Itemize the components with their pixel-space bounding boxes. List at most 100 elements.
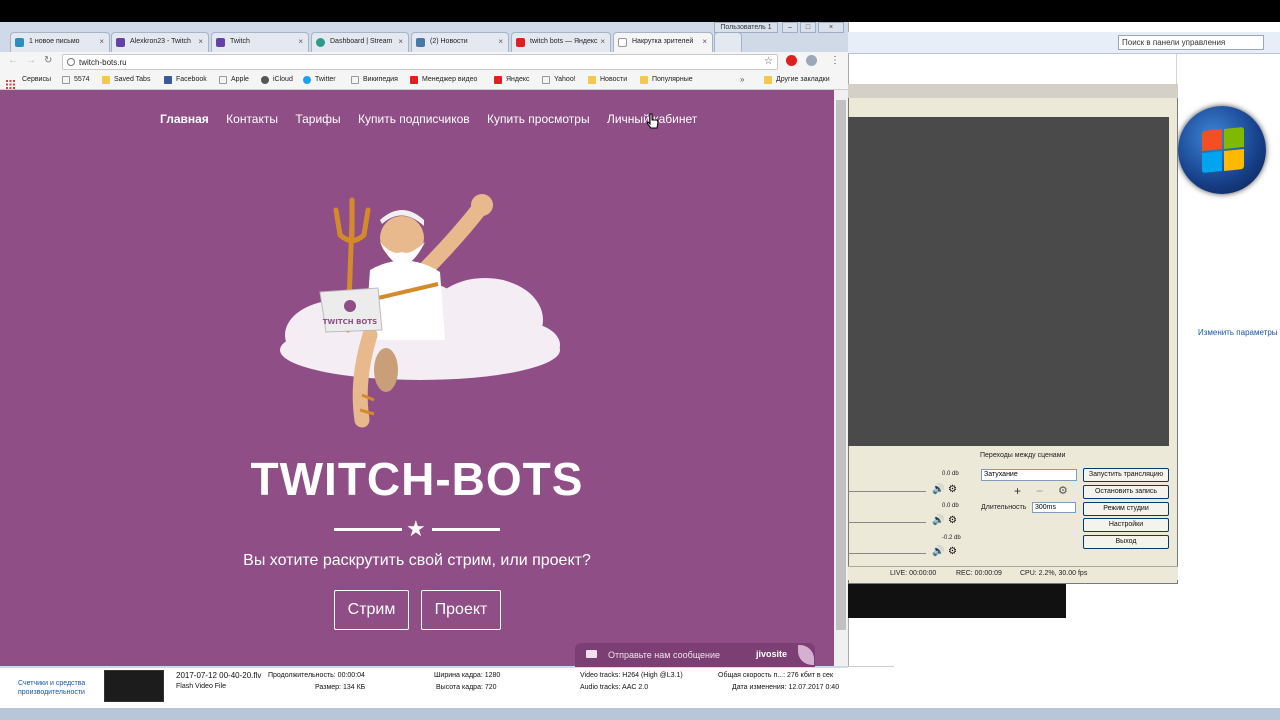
mixer-slider-1[interactable] (848, 491, 926, 492)
obs-duration-label: Длительность (981, 504, 1027, 511)
minimize-button[interactable]: – (782, 22, 798, 33)
back-icon[interactable]: ← (8, 55, 18, 66)
close-tab-icon[interactable]: × (702, 37, 707, 46)
chat-widget-text[interactable]: Отправьте нам сообщение (608, 650, 720, 660)
page-icon (618, 38, 627, 47)
menu-icon[interactable]: ⋮ (830, 55, 840, 66)
yandex-icon (516, 38, 525, 47)
tab-active-site[interactable]: Накрутка зрителей × (613, 32, 713, 52)
twitter-icon (303, 76, 311, 84)
bookmark-popular-folder[interactable]: Популярные (640, 76, 693, 84)
stop-recording-button[interactable]: Остановить запись (1083, 485, 1169, 499)
extension-icon[interactable] (786, 55, 797, 66)
obs-cpu-status: CPU: 2.2%, 30.00 fps (1020, 570, 1088, 577)
bookmark-icloud[interactable]: iCloud (261, 76, 293, 84)
nav-home[interactable]: Главная (160, 112, 209, 126)
file-duration: Продолжительность: 00:00:04 (268, 672, 365, 679)
project-button[interactable]: Проект (421, 590, 501, 630)
speaker-icon[interactable]: 🔊 (932, 546, 944, 557)
svg-text:TWITCH BOTS: TWITCH BOTS (323, 318, 377, 326)
performance-tools-link[interactable]: Счетчики и средства производительности (18, 679, 88, 697)
maximize-button[interactable]: □ (800, 22, 816, 33)
mixer-db-1: 0.0 db (942, 471, 959, 477)
obs-duration-input[interactable]: 300ms (1032, 502, 1076, 513)
change-settings-link[interactable]: Изменить параметры (1198, 328, 1278, 337)
speaker-icon[interactable]: 🔊 (932, 515, 944, 526)
speaker-icon[interactable]: 🔊 (932, 484, 944, 495)
mixer-slider-2[interactable] (848, 522, 926, 523)
close-tab-icon[interactable]: × (398, 37, 403, 46)
add-transition-icon[interactable]: + (1014, 484, 1021, 498)
control-panel-search-input[interactable]: Поиск в панели управления (1118, 35, 1264, 50)
close-tab-icon[interactable]: × (99, 37, 104, 46)
extension-icon[interactable] (806, 55, 817, 66)
bookmark-apple[interactable]: Apple (219, 76, 249, 84)
frame-width: Ширина кадра: 1280 (434, 672, 501, 679)
address-bar[interactable]: twitch-bots.ru ☆ (62, 54, 778, 70)
file-size: Размер: 134 КБ (315, 684, 366, 691)
nav-pricing[interactable]: Тарифы (295, 112, 340, 126)
exit-button[interactable]: Выход (1083, 535, 1169, 549)
close-tab-icon[interactable]: × (600, 37, 605, 46)
forward-icon[interactable]: → (26, 55, 36, 66)
reload-icon[interactable]: ↻ (44, 55, 52, 66)
studio-mode-button[interactable]: Режим студии (1083, 502, 1169, 516)
page-icon (219, 76, 227, 84)
remove-transition-icon[interactable]: − (1036, 484, 1043, 498)
bookmark-twitter[interactable]: Twitter (303, 76, 336, 84)
transition-gear-icon[interactable]: ⚙ (1058, 484, 1068, 497)
mouse-cursor-icon (646, 113, 659, 134)
nav-contacts[interactable]: Контакты (226, 112, 278, 126)
bookmark-yandex[interactable]: Яндекс (494, 76, 530, 84)
new-tab-button[interactable] (714, 32, 742, 52)
divider-line (334, 528, 402, 531)
close-tab-icon[interactable]: × (198, 37, 203, 46)
windows-logo-icon (1178, 106, 1266, 194)
bookmark-5574[interactable]: 5574 (62, 76, 90, 84)
nav-buy-views[interactable]: Купить просмотры (487, 112, 590, 126)
obs-transition-select[interactable]: Затухание (981, 469, 1077, 481)
mixer-gear-icon[interactable]: ⚙ (948, 546, 957, 557)
tab-yandex-search[interactable]: twitch bots — Яндекс × (511, 32, 611, 52)
vk-icon (416, 38, 425, 47)
info-icon[interactable] (67, 58, 75, 66)
dashboard-icon (316, 38, 325, 47)
other-bookmarks[interactable]: Другие закладки (764, 76, 830, 84)
close-tab-icon[interactable]: × (298, 37, 303, 46)
close-window-button[interactable]: × (818, 22, 844, 33)
folder-icon (102, 76, 110, 84)
bookmark-star-icon[interactable]: ☆ (764, 56, 773, 67)
mixer-gear-icon[interactable]: ⚙ (948, 484, 957, 495)
bookmark-saved-tabs[interactable]: Saved Tabs (102, 76, 150, 84)
tab-mail[interactable]: 1 новое письмо × (10, 32, 110, 52)
page-icon (542, 76, 550, 84)
mail-icon (15, 38, 24, 47)
tab-dashboard[interactable]: Dashboard | Stream × (311, 32, 409, 52)
taskbar (0, 708, 1280, 720)
twitch-icon (216, 38, 225, 47)
mixer-slider-3[interactable] (848, 553, 926, 554)
bookmark-services[interactable]: Сервисы (10, 76, 51, 83)
close-tab-icon[interactable]: × (498, 37, 503, 46)
nav-buy-followers[interactable]: Купить подписчиков (358, 112, 470, 126)
tab-twitch[interactable]: Twitch × (211, 32, 309, 52)
settings-button[interactable]: Настройки (1083, 518, 1169, 532)
page-icon (62, 76, 70, 84)
bookmark-wikipedia[interactable]: Википедия (351, 76, 398, 84)
bookmark-video-manager[interactable]: Менеджер видео (410, 76, 477, 84)
tab-news[interactable]: (2) Новости × (411, 32, 509, 52)
tab-twitch-channel[interactable]: Alexkron23 - Twitch × (111, 32, 209, 52)
user-profile-button[interactable]: Пользователь 1 (714, 22, 778, 33)
more-bookmarks-icon[interactable]: » (740, 75, 744, 84)
mixer-gear-icon[interactable]: ⚙ (948, 515, 957, 526)
bookmark-news-folder[interactable]: Новости (588, 76, 627, 84)
hero-subtitle: Вы хотите раскрутить свой стрим, или про… (243, 552, 591, 569)
page-icon (351, 76, 359, 84)
obs-preview (848, 117, 1169, 446)
start-streaming-button[interactable]: Запустить трансляцию (1083, 468, 1169, 482)
stream-button[interactable]: Стрим (334, 590, 409, 630)
bookmark-facebook[interactable]: Facebook (164, 76, 207, 84)
mixer-db-2: 0.0 db (942, 503, 959, 509)
bookmark-yahoo[interactable]: Yahoo! (542, 76, 576, 84)
scrollbar-thumb[interactable] (836, 100, 846, 630)
